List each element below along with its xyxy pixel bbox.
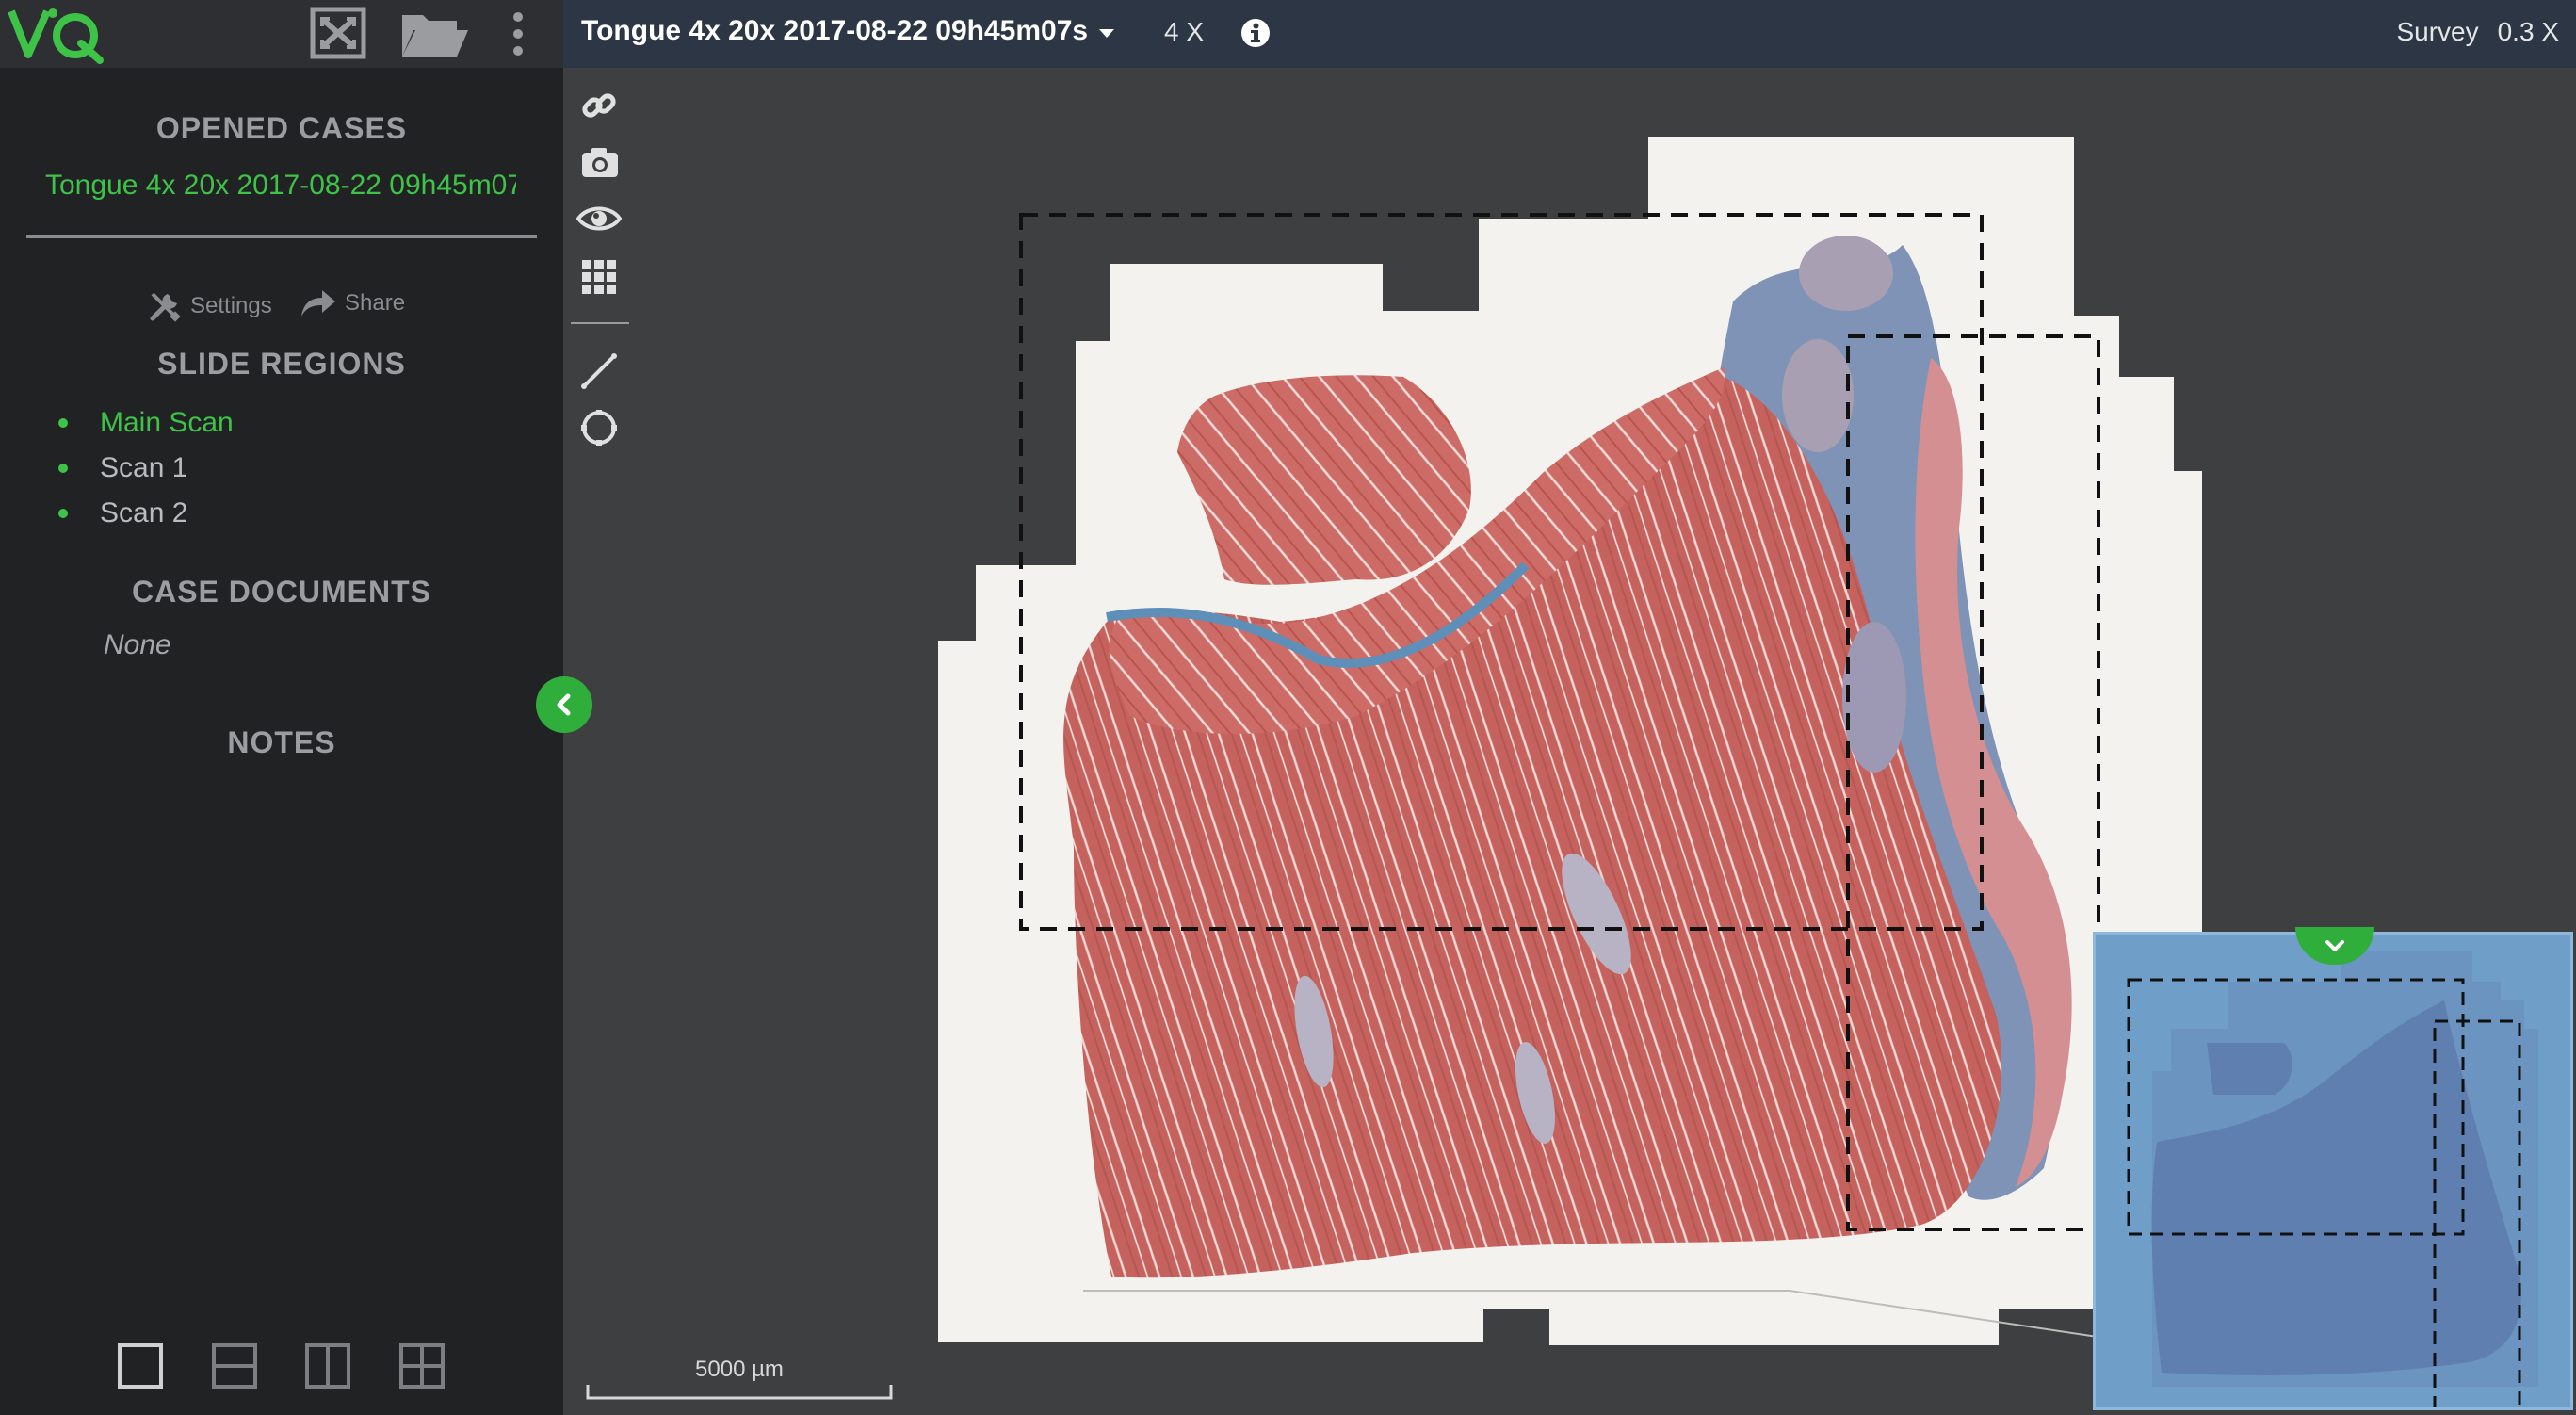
gland-cluster — [1799, 236, 1893, 311]
link-icon — [582, 93, 616, 118]
grid-tool[interactable] — [576, 256, 622, 302]
eye-icon — [575, 206, 623, 231]
snapshot-tool[interactable] — [576, 141, 622, 187]
gland-cluster — [1842, 622, 1906, 773]
gland-cluster — [1782, 339, 1854, 452]
circle-annotation-tool[interactable] — [576, 405, 622, 455]
scale-bar-wrap: 5000 µm — [586, 1357, 893, 1400]
minimap-fragment — [2207, 1043, 2292, 1095]
link-tool[interactable] — [576, 85, 622, 131]
measure-tool[interactable] — [576, 349, 622, 398]
visibility-tool[interactable] — [575, 198, 623, 244]
tools-divider — [571, 322, 629, 324]
chevron-left-icon — [557, 693, 571, 716]
circle-annotation-icon — [581, 410, 617, 446]
camera-icon — [582, 148, 618, 177]
collapse-sidebar-button[interactable] — [536, 676, 592, 733]
scale-bar-label: 5000 µm — [695, 1357, 784, 1382]
ruler-line-icon — [581, 353, 617, 389]
survey-minimap[interactable] — [2093, 932, 2573, 1410]
grid-icon — [582, 260, 616, 294]
chevron-down-icon — [2325, 940, 2344, 951]
muscle-fragment — [1177, 375, 1471, 585]
